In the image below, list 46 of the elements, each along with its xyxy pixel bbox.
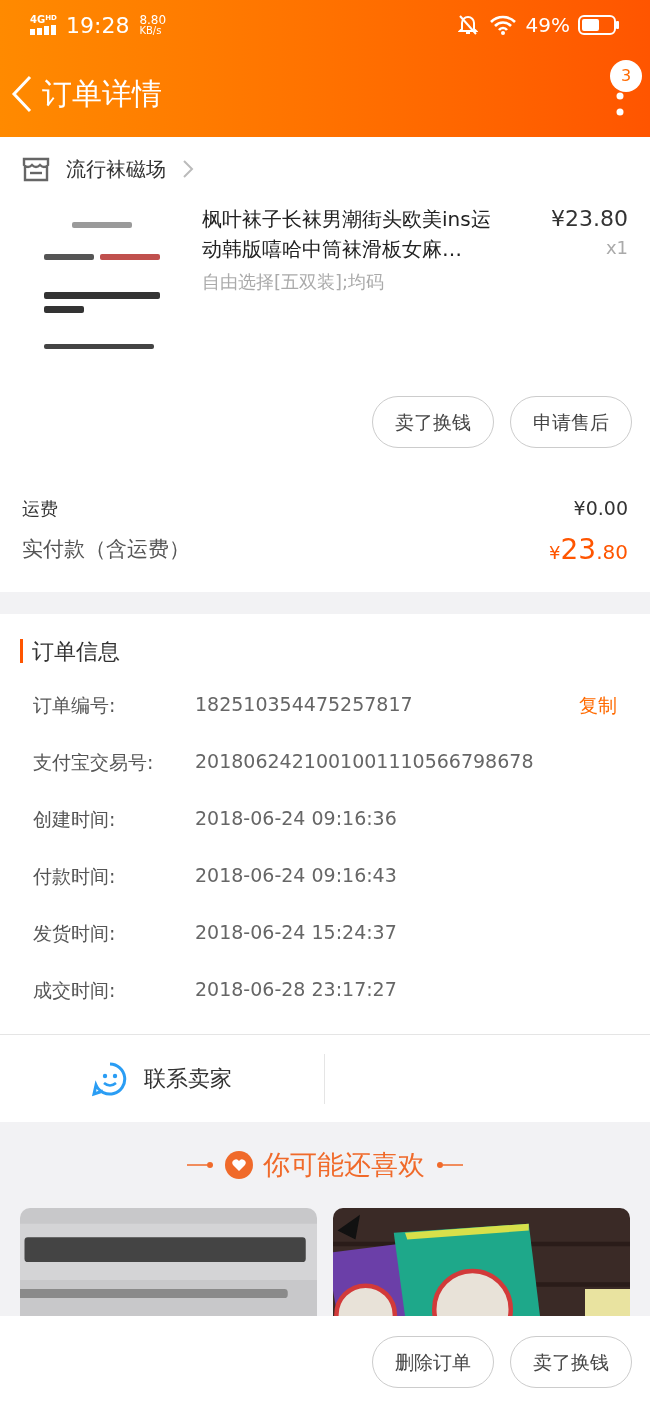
info-label: 付款时间: xyxy=(33,864,117,889)
ornament-icon xyxy=(435,1161,463,1169)
section-title: 订单信息 xyxy=(32,637,120,666)
network-label: 4G$^{HD}$ xyxy=(30,15,57,25)
chevron-icon xyxy=(182,158,194,179)
page-title: 订单详情 xyxy=(42,75,162,113)
total-amount: ¥23.80 xyxy=(549,532,628,568)
product-title[interactable]: 枫叶袜子长袜男潮街头欧美ins运动韩版嘻哈中筒袜滑板女麻… xyxy=(202,204,498,264)
info-value: 2018-06-24 09:16:43 xyxy=(195,863,398,887)
fee-label: 运费 xyxy=(22,496,58,521)
action-button[interactable]: 卖了换钱 xyxy=(510,1336,632,1388)
info-value: 2018-06-28 23:17:27 xyxy=(195,977,398,1001)
info-label: 成交时间: xyxy=(33,978,117,1003)
wifi-icon xyxy=(489,15,516,35)
info-value: 2018-06-24 09:16:36 xyxy=(195,806,398,830)
product-sku: 自由选择[五双装];均码 xyxy=(202,270,386,294)
info-label: 支付宝交易号: xyxy=(33,750,155,775)
info-label: 订单编号: xyxy=(33,693,117,718)
contact-seller-button[interactable]: 联系卖家 xyxy=(0,1053,325,1104)
shop-link[interactable]: 流行袜磁场 xyxy=(66,153,166,184)
product-price: ¥23.80 xyxy=(551,205,628,233)
info-value: 182510354475257817 xyxy=(195,692,414,716)
action-button[interactable]: 卖了换钱 xyxy=(372,396,494,448)
shop-icon xyxy=(22,155,50,182)
fee-label: 实付款（含运费） xyxy=(22,536,190,564)
ornament-icon xyxy=(187,1161,215,1169)
info-value: 2018062421001001110566798678 xyxy=(195,749,535,773)
info-label: 发货时间: xyxy=(33,921,117,946)
info-label: 创建时间: xyxy=(33,807,117,832)
notification-badge: 3 xyxy=(610,59,642,92)
signal-icon xyxy=(30,25,58,35)
more-icon[interactable] xyxy=(616,91,624,118)
back-icon[interactable] xyxy=(10,73,34,114)
mute-icon xyxy=(457,14,478,36)
battery-icon xyxy=(578,15,620,35)
recommend-title: 你可能还喜欢 xyxy=(263,1147,425,1182)
product-quantity: x1 xyxy=(605,236,628,260)
info-value: 2018-06-24 15:24:37 xyxy=(195,920,398,944)
action-button[interactable]: 删除订单 xyxy=(372,1336,494,1388)
fee-value: ¥0.00 xyxy=(573,495,628,521)
speed-unit: KB/s xyxy=(139,26,163,36)
action-button[interactable]: 申请售后 xyxy=(510,396,632,448)
clock: 19:28 xyxy=(66,11,130,40)
battery-percent: 49% xyxy=(525,12,570,39)
chat-face-icon xyxy=(92,1060,128,1097)
speed-value: 8.80 xyxy=(139,14,167,26)
